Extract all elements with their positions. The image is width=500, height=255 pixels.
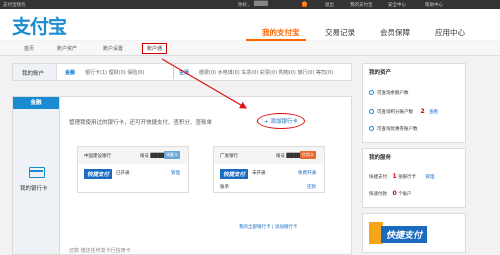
card-tail: 尾号 ████	[276, 154, 301, 159]
repay-link[interactable]: 还款	[307, 184, 316, 190]
finance-label[interactable]: 金融	[65, 69, 75, 76]
brand-text[interactable]: 支付宝钱包	[3, 2, 26, 8]
assets-title: 我的资产	[369, 70, 392, 76]
subnav-assets[interactable]: 账户资产	[57, 45, 77, 52]
bank-card-cgb[interactable]: 广发银行 尾号 ████ 信用卡 快捷支付 未开通 免费开通 账单 还款	[213, 146, 325, 193]
logout-link[interactable]: 退出	[325, 2, 334, 8]
repay-description: 还款 偿还任何发卡行信用卡	[69, 248, 131, 254]
nav-member-protection[interactable]: 会员保障	[380, 27, 410, 38]
nav-transactions[interactable]: 交易记录	[325, 27, 355, 38]
card-tail: 尾号 ████	[140, 154, 165, 159]
security-center-link[interactable]: 安全中心	[388, 2, 406, 8]
my-services-box: 我的服务 快捷支付 1 张银行卡 管理 快速付款 0 个账户	[362, 148, 466, 208]
service-row: 快速付款 0 个账户	[369, 190, 412, 197]
card-kind-badge: 储蓄卡	[164, 151, 180, 159]
header: 支付宝 我的支付宝 交易记录 会员保障 应用中心	[0, 9, 500, 40]
ad-text: 快捷支付	[381, 226, 428, 243]
divider	[173, 67, 174, 79]
subnav-home[interactable]: 首页	[24, 45, 34, 52]
subnav-settings[interactable]: 账户设置	[103, 45, 123, 52]
card-links[interactable]: 我的全部银行卡 | 添加银行卡	[239, 224, 297, 230]
quick-pay-status: 未开通	[252, 171, 266, 176]
manage-link[interactable]: 管理	[171, 170, 180, 176]
top-bar: 支付宝钱包 你好， ████ 0 退出 我的支付宝 安全中心 帮助中心	[0, 0, 500, 9]
manage-service-link[interactable]: 管理	[426, 175, 435, 180]
info-icon	[369, 109, 374, 114]
bank-card-ccb[interactable]: 中国建设银行 尾号 ████ 储蓄卡 快捷支付 已开通 管理	[77, 146, 189, 193]
sub-nav: 首页 账户资产 账户设置 账户通	[0, 41, 500, 56]
username[interactable]: ████	[254, 2, 268, 7]
finance-panel: 金融 我的银行卡 管理我使用过的银行卡，还可开快捷支付、查积分、查账单 + 添加…	[12, 96, 352, 255]
bank-card-icon	[29, 167, 45, 178]
quick-pay-ad[interactable]: 快捷支付	[362, 213, 466, 253]
assets-row: 可查询余额户数	[369, 90, 409, 96]
life-items[interactable]: 缴费(0) 水电煤(0) 车票(0) 彩票(0) 购物(0) 旅行(0) 等司(…	[199, 69, 333, 76]
card-kind-badge: 信用卡	[300, 151, 316, 159]
add-bank-card-button[interactable]: + 添加银行卡	[257, 113, 305, 129]
quick-pay-badge: 快捷支付	[220, 169, 249, 179]
greeting-text: 你好，	[238, 3, 252, 8]
bank-name: 广发银行	[220, 154, 238, 159]
services-title: 我的服务	[369, 155, 392, 161]
quick-pay-badge: 快捷支付	[84, 169, 113, 179]
assets-row: 可查询优惠券账户数	[369, 126, 418, 132]
nav-app-center[interactable]: 应用中心	[435, 27, 465, 38]
message-bell-icon[interactable]: 0	[302, 2, 307, 7]
bill-label: 账单	[220, 185, 229, 190]
info-icon	[369, 90, 374, 95]
view-points-link[interactable]: 查看	[429, 110, 438, 115]
my-assets-box: 我的资产 可查询余额户数 可查询积分账户数 2 查看 可查询优惠券账户数	[362, 63, 466, 143]
panel-description: 管理我使用过的银行卡，还可开快捷支付、查积分、查账单	[69, 120, 213, 126]
quick-pay-status: 已开通	[116, 171, 130, 176]
my-alipay-link[interactable]: 我的支付宝	[350, 2, 373, 8]
finance-items[interactable]: 银行卡(1) 理财(0) 保险(0)	[85, 69, 144, 76]
my-account-tab[interactable]: 我的账户	[13, 64, 57, 80]
alipay-logo[interactable]: 支付宝	[12, 12, 67, 39]
account-bar: 我的账户 金融 银行卡(1) 理财(0) 保险(0) 生活 缴费(0) 水电煤(…	[12, 63, 352, 81]
assets-row: 可查询积分账户数 2 查看	[369, 108, 438, 115]
life-label[interactable]: 生活	[179, 69, 189, 76]
bank-name: 中国建设银行	[84, 154, 111, 159]
my-bank-cards-label: 我的银行卡	[20, 186, 48, 192]
sidebar-finance-head: 金融	[13, 97, 59, 109]
subnav-account-pass[interactable]: 账户通	[142, 43, 168, 54]
service-row: 快捷支付 1 张银行卡 管理	[369, 173, 435, 180]
nav-my-alipay[interactable]: 我的支付宝	[262, 27, 300, 38]
help-center-link[interactable]: 帮助中心	[425, 2, 443, 8]
panel-sidebar: 金融 我的银行卡	[13, 97, 60, 254]
free-activate-link[interactable]: 免费开通	[298, 170, 316, 176]
info-icon	[369, 126, 374, 131]
